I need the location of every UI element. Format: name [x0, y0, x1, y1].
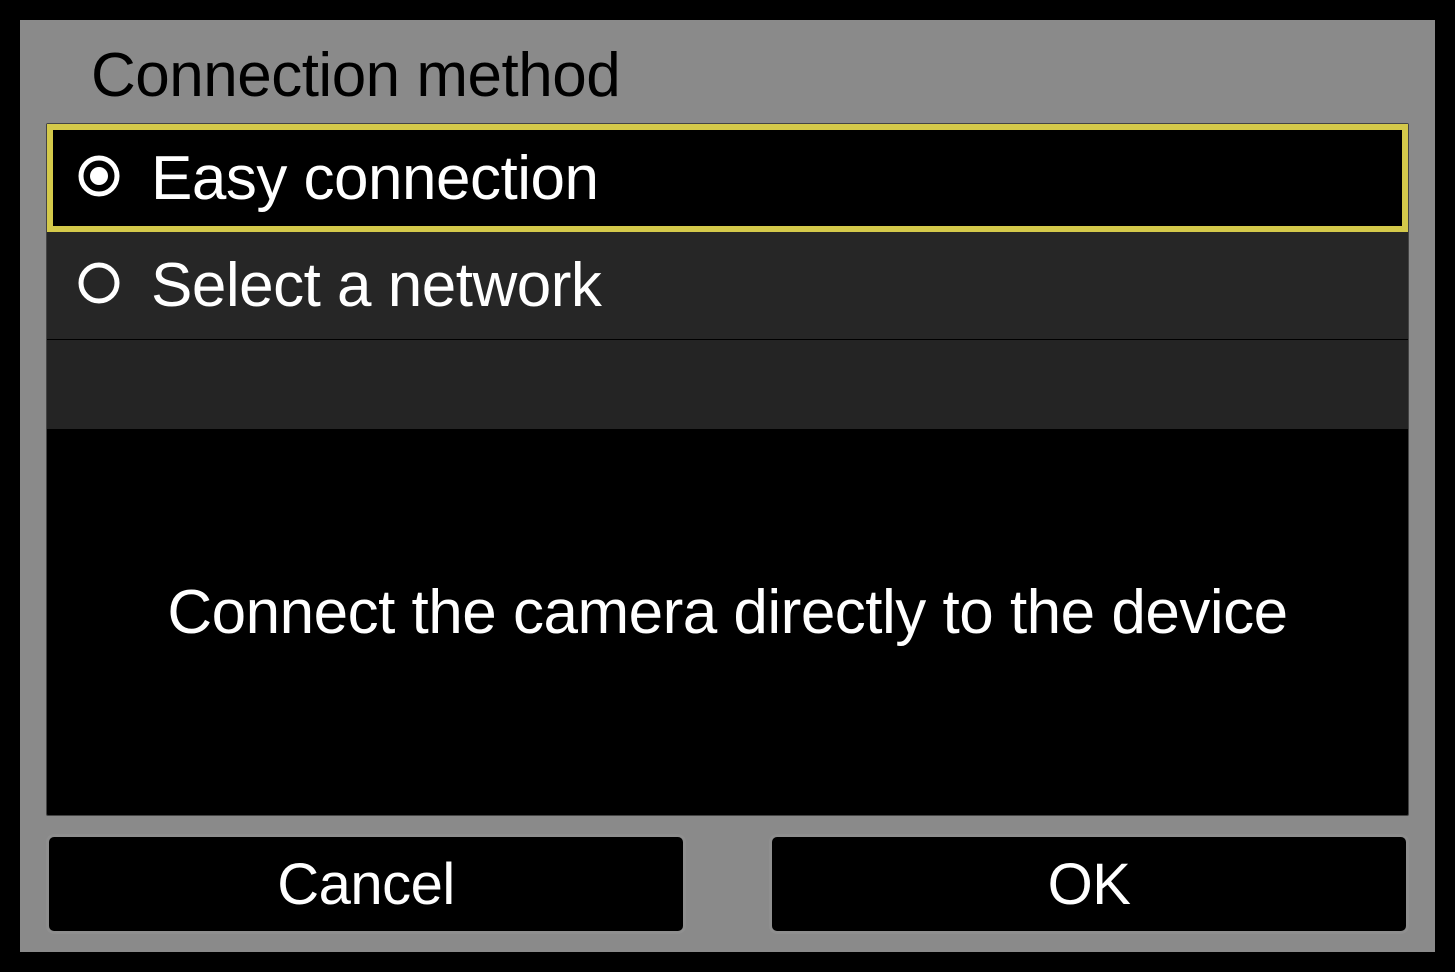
button-bar: Cancel OK — [46, 834, 1409, 934]
option-empty-slot — [47, 340, 1408, 430]
option-label: Easy connection — [151, 143, 598, 214]
option-label: Select a network — [151, 250, 601, 321]
radio-selected-icon — [77, 154, 121, 203]
description-area: Connect the camera directly to the devic… — [47, 430, 1408, 815]
description-text: Connect the camera directly to the devic… — [167, 568, 1287, 658]
content-area: Easy connection Select a network Connect… — [46, 123, 1409, 816]
camera-menu-screen: Connection method Easy connection — [0, 0, 1455, 972]
ok-button[interactable]: OK — [769, 834, 1409, 934]
radio-unselected-icon — [77, 261, 121, 310]
option-easy-connection[interactable]: Easy connection — [47, 124, 1408, 232]
screen-title: Connection method — [46, 40, 1409, 123]
cancel-button[interactable]: Cancel — [46, 834, 686, 934]
option-select-network[interactable]: Select a network — [47, 232, 1408, 340]
option-list: Easy connection Select a network — [47, 124, 1408, 430]
